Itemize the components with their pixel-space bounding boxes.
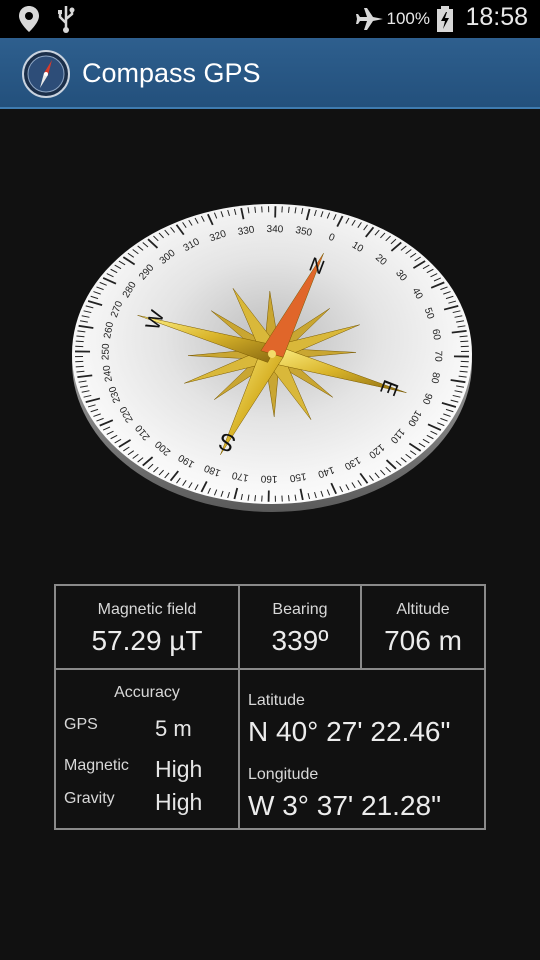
compass-tick: [287, 206, 290, 213]
location-cell: Latitude N 40° 27' 22.46" Longitude W 3°…: [238, 668, 486, 830]
rose-hub: [268, 350, 276, 358]
battery-percent: 100%: [386, 9, 430, 28]
magnetic-field-cell: Magnetic field 57.29 µT: [54, 584, 240, 670]
altitude-label: Altitude: [396, 601, 450, 618]
degree-label: 60: [430, 328, 443, 341]
readings-panel: Magnetic field 57.29 µT Bearing 339º Alt…: [54, 584, 486, 830]
gravity-accuracy-value: High: [155, 789, 203, 815]
location-icon: [19, 6, 39, 32]
gravity-accuracy-label: Gravity: [64, 790, 115, 807]
bearing-cell: Bearing 339º: [238, 584, 362, 670]
gps-accuracy-value: 5 m: [155, 716, 192, 741]
action-bar: Compass GPS: [0, 38, 540, 109]
status-bar: 100% 18:58: [0, 0, 540, 38]
compass-tick: [460, 365, 469, 368]
degree-label: 250: [101, 343, 112, 360]
compass-tick: [254, 495, 257, 502]
longitude-label: Longitude: [248, 766, 319, 783]
magnetic-accuracy-label: Magnetic: [64, 757, 129, 774]
magnetic-field-value: 57.29 µT: [91, 625, 203, 656]
app-title: Compass GPS: [82, 58, 261, 88]
degree-label: 160: [260, 473, 277, 484]
altitude-value: 706 m: [384, 625, 462, 656]
compass-dial: 0 10 20 30 40 50 60 70 80 90 100 110 120 130 140 150 160…: [62, 190, 482, 520]
app-compass-icon[interactable]: [22, 50, 70, 98]
degree-label: 70: [432, 351, 443, 363]
magnetic-accuracy-value: High: [155, 756, 203, 782]
compass-tick: [254, 206, 257, 213]
bearing-label: Bearing: [272, 601, 328, 618]
accuracy-label: Accuracy: [114, 684, 180, 701]
compass-tick: [287, 495, 290, 502]
altitude-cell: Altitude 706 m: [360, 584, 486, 670]
clock: 18:58: [465, 3, 528, 31]
degree-label: 340: [266, 224, 283, 235]
compass-tick: [75, 340, 84, 343]
latitude-label: Latitude: [248, 692, 305, 709]
compass-tick: [75, 365, 84, 368]
airplane-icon: [356, 8, 383, 30]
accuracy-cell: Accuracy GPS 5 m Magnetic High Gravity H…: [54, 668, 240, 830]
battery-charging-icon: [437, 6, 453, 32]
longitude-value: W 3° 37' 21.28": [248, 790, 442, 821]
latitude-value: N 40° 27' 22.46": [248, 716, 451, 747]
bearing-value: 339º: [271, 625, 329, 656]
gps-accuracy-label: GPS: [64, 716, 98, 733]
compass-tick: [460, 340, 469, 343]
usb-icon: [58, 6, 75, 33]
magnetic-field-label: Magnetic field: [97, 601, 197, 618]
compass-svg: 0102030405060708090100110120130140150160…: [72, 204, 472, 512]
